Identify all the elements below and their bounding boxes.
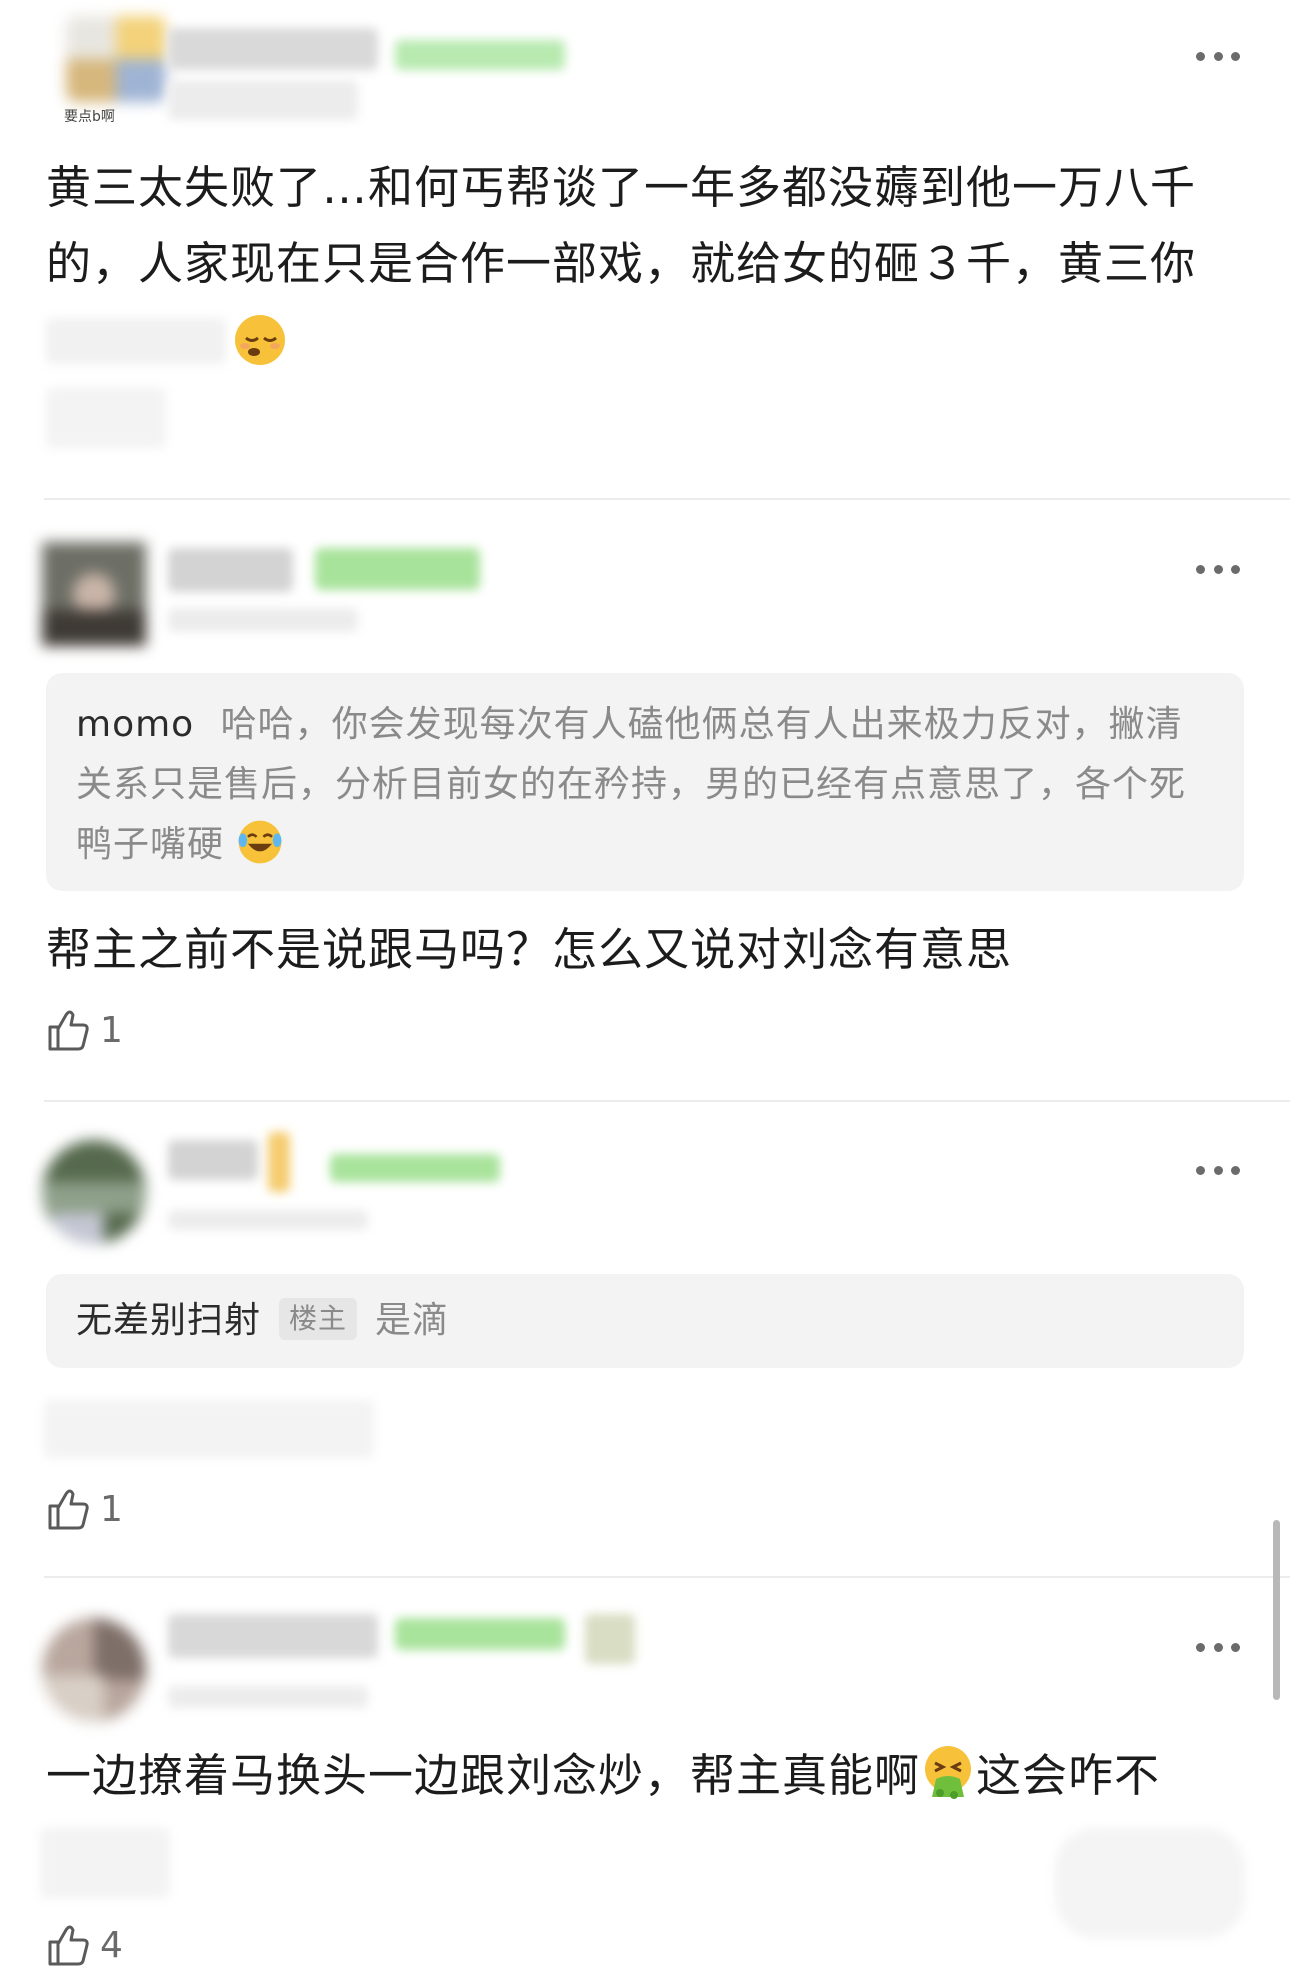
comment-text-main: 一边撩着马换头一边跟刘念炒，帮主真能啊	[46, 1749, 921, 1802]
thumbs-up-icon	[48, 1010, 89, 1051]
more-icon[interactable]	[1196, 1641, 1240, 1653]
blurred-text	[46, 388, 166, 448]
meta-blurred	[168, 1210, 368, 1230]
laughing-tears-emoji-icon	[239, 820, 282, 864]
more-icon[interactable]	[1196, 563, 1240, 575]
user-badge-blurred	[315, 548, 480, 590]
quoted-text: 是滴	[375, 1300, 450, 1341]
user-badge-blurred	[395, 1618, 565, 1650]
thumbs-up-icon	[48, 1925, 89, 1966]
meta-blurred	[168, 1686, 368, 1708]
sleepy-emoji-icon	[235, 315, 285, 365]
user-badge-blurred	[268, 1132, 290, 1192]
comment-text-line-2: 的，人家现在只是合作一部戏，就给女的砸３千，黄三你	[46, 237, 1197, 290]
username-blurred	[168, 1614, 378, 1658]
comment-text-line-1: 黄三太失败了…和何丐帮谈了一年多都没薅到他一万八千	[46, 161, 1197, 214]
avatar[interactable]	[42, 1140, 146, 1244]
comment-text-line-4	[46, 378, 1244, 454]
meta-blurred	[168, 608, 358, 632]
comment-4: 一边撩着马换头一边跟刘念炒，帮主真能啊 这会咋不 4	[0, 1578, 1290, 1966]
avatar-caption: 要点b啊	[64, 109, 115, 125]
comment-text: 黄三太失败了…和何丐帮谈了一年多都没薅到他一万八千 的，人家现在只是合作一部戏，…	[46, 150, 1244, 454]
avatar[interactable]	[42, 1618, 146, 1722]
like-button[interactable]: 1	[46, 1484, 123, 1534]
username-blurred	[168, 28, 378, 70]
quoted-reply[interactable]: 无差别扫射 楼主 是滴	[46, 1274, 1244, 1368]
like-count: 4	[100, 1924, 123, 1966]
user-badge-blurred	[395, 40, 565, 70]
comment-text: 帮主之前不是说跟马吗？怎么又说对刘念有意思	[46, 923, 1013, 976]
comment-2: momo 哈哈，你会发现每次有人磕他俩总有人出来极力反对，撇清关系只是售后，分析…	[0, 500, 1290, 1100]
scrollbar[interactable]	[1273, 1520, 1280, 1700]
comment-text: 一边撩着马换头一边跟刘念炒，帮主真能啊 这会咋不	[46, 1738, 1244, 1814]
quoted-username[interactable]: momo	[76, 704, 194, 745]
user-badge-blurred	[330, 1154, 500, 1182]
comment-text-line-3	[46, 302, 1244, 378]
like-count: 1	[100, 1488, 123, 1530]
op-tag: 楼主	[279, 1298, 358, 1340]
meta-blurred	[168, 80, 358, 120]
like-count: 1	[100, 1009, 123, 1051]
comment-text-tail: 这会咋不	[976, 1749, 1161, 1802]
avatar[interactable]	[42, 542, 146, 646]
comment-3: 无差别扫射 楼主 是滴 1	[0, 1102, 1290, 1578]
more-icon[interactable]	[1196, 50, 1240, 62]
more-icon[interactable]	[1196, 1164, 1240, 1176]
thumbs-up-icon	[48, 1489, 89, 1530]
blurred-text	[46, 318, 226, 364]
vomiting-emoji-icon	[925, 1746, 972, 1799]
floating-button-blurred	[1055, 1828, 1245, 1938]
username-blurred	[168, 1140, 258, 1180]
avatar[interactable]	[66, 16, 166, 102]
username-blurred	[168, 548, 293, 592]
blurred-text	[44, 1400, 374, 1458]
quoted-username[interactable]: 无差别扫射	[76, 1300, 261, 1341]
user-badge-blurred	[585, 1614, 635, 1664]
blurred-text	[40, 1828, 170, 1898]
comment-1: 要点b啊 黄三太失败了…和何丐帮谈了一年多都没薅到他一万八千 的，人家现在只是合…	[0, 0, 1290, 500]
like-button[interactable]: 4	[46, 1920, 123, 1970]
quoted-reply[interactable]: momo 哈哈，你会发现每次有人磕他俩总有人出来极力反对，撇清关系只是售后，分析…	[46, 673, 1244, 891]
like-button[interactable]: 1	[46, 1005, 123, 1055]
